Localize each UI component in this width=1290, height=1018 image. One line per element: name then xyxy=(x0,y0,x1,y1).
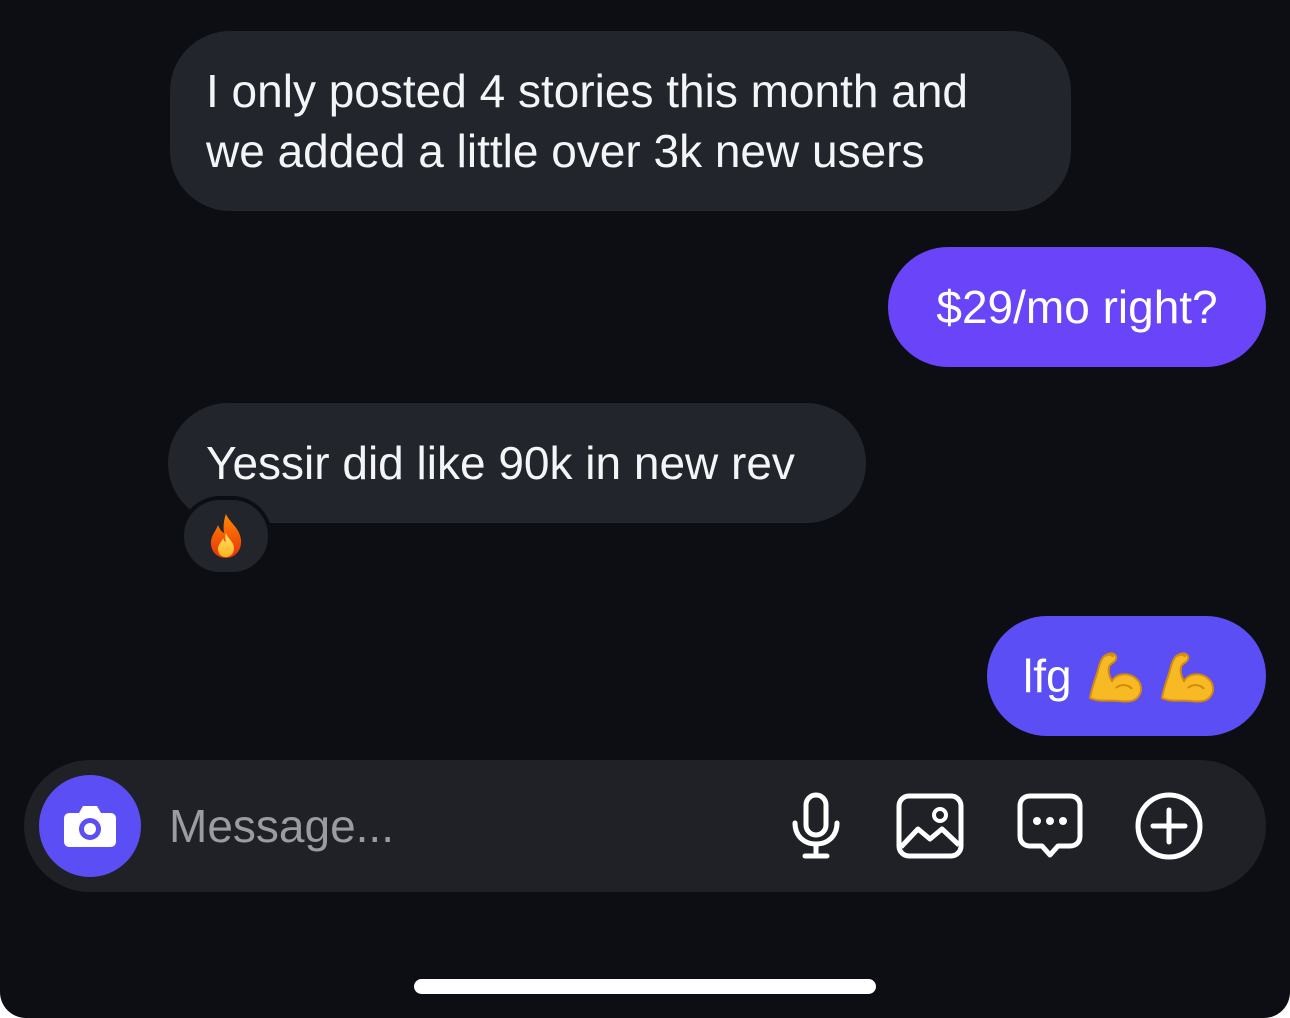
flexed-biceps-emoji-icon xyxy=(1088,652,1142,703)
message-reaction[interactable] xyxy=(180,496,272,576)
flexed-biceps-emoji-icon xyxy=(1160,652,1214,703)
message-text: Yessir did like 90k in new rev xyxy=(206,437,795,489)
camera-button[interactable] xyxy=(39,775,141,877)
message-line: I only posted 4 stories this month and xyxy=(206,65,968,117)
plus-circle-icon xyxy=(1135,792,1203,860)
incoming-message[interactable]: I only posted 4 stories this month and w… xyxy=(170,31,1071,211)
message-line: we added a little over 3k new users xyxy=(206,125,925,177)
more-options-button[interactable] xyxy=(1133,790,1205,862)
gallery-button[interactable] xyxy=(894,790,966,862)
chat-bubble-icon xyxy=(1017,793,1083,858)
fire-emoji-icon xyxy=(210,514,242,558)
gallery-icon xyxy=(896,793,964,859)
sticker-button[interactable] xyxy=(1014,790,1086,862)
incoming-message[interactable]: Yessir did like 90k in new rev xyxy=(168,403,866,523)
message-text: $29/mo right? xyxy=(936,281,1218,333)
microphone-button[interactable] xyxy=(780,790,852,862)
outgoing-message[interactable]: lfg xyxy=(987,616,1266,736)
camera-icon xyxy=(64,806,116,847)
message-composer xyxy=(24,760,1266,892)
chat-screen: I only posted 4 stories this month and w… xyxy=(0,0,1290,1018)
home-indicator[interactable] xyxy=(414,979,876,994)
message-text: lfg xyxy=(1023,650,1072,702)
microphone-icon xyxy=(792,792,840,859)
message-input[interactable] xyxy=(169,794,729,858)
outgoing-message[interactable]: $29/mo right? xyxy=(888,247,1266,367)
